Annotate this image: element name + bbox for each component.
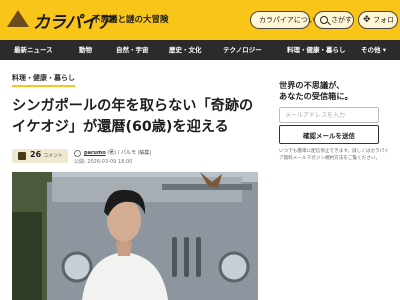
nav-item-history-culture[interactable]: 歴史・文化 <box>169 40 202 60</box>
comment-count-button[interactable]: 26 コメント <box>12 149 68 163</box>
article-hero-image <box>12 172 258 300</box>
nav-item-animals[interactable]: 動物 <box>79 40 92 60</box>
comment-icon <box>18 152 26 160</box>
newsletter-email-input[interactable] <box>279 107 379 123</box>
author-line: parumo (著) / パルモ (編集) <box>84 149 151 156</box>
newsletter-title-line1: 世界の不思議が、 <box>279 80 345 90</box>
site-tagline: 不思議と謎の大冒険 <box>92 15 169 25</box>
logo-mark-icon[interactable] <box>7 10 29 27</box>
published-date: 公開: 2026-03-09 18:00 <box>74 159 133 165</box>
category-nav: 最新ニュース 動物 自然・宇宙 歴史・文化 テクノロジー 料理・健康・暮らし そ… <box>0 40 400 60</box>
nav-item-latest[interactable]: 最新ニュース <box>14 40 53 60</box>
follow-icon: ✥ <box>363 15 371 25</box>
search-button[interactable]: さがす <box>314 11 354 29</box>
comment-count: 26 <box>30 150 42 159</box>
search-button-label: さがす <box>331 16 352 24</box>
article-hero-photo <box>12 172 258 300</box>
search-icon <box>320 16 328 24</box>
article-category-tag[interactable]: 料理・健康・暮らし <box>12 73 75 87</box>
about-button[interactable]: カラパイアについて <box>250 11 322 29</box>
newsletter-title-line2: あなたの受信箱に。 <box>279 91 353 101</box>
author-roles: (著) / パルモ (編集) <box>107 150 152 156</box>
follow-button-label: フォロ <box>373 16 394 24</box>
newsletter-confirm-button[interactable]: 確認メールを送信 <box>279 125 379 144</box>
comment-label: コメント <box>43 153 64 159</box>
nav-item-nature-space[interactable]: 自然・宇宙 <box>116 40 149 60</box>
follow-button[interactable]: ✥ フォロ <box>358 11 398 29</box>
article-title: シンガポールの年を取らない「奇跡のイケオジ」が還暦(60歳)を迎える <box>12 98 254 135</box>
author-link[interactable]: parumo <box>84 150 106 156</box>
newsletter-title: 世界の不思議が、 あなたの受信箱に。 <box>279 80 389 102</box>
nav-item-food-health[interactable]: 料理・健康・暮らし <box>287 40 346 60</box>
site-header: カラパイア 不思議と謎の大冒険 カラパイアについて さがす ✥ フォロ <box>0 0 400 40</box>
nav-item-technology[interactable]: テクノロジー <box>223 40 262 60</box>
author-icon <box>74 150 81 157</box>
newsletter-note: いつでも簡単に配信停止できます。詳しくはカラパイア無料メールマガジン規約方法をご… <box>279 149 389 161</box>
nav-item-more[interactable]: その他 ▾ <box>361 40 386 60</box>
